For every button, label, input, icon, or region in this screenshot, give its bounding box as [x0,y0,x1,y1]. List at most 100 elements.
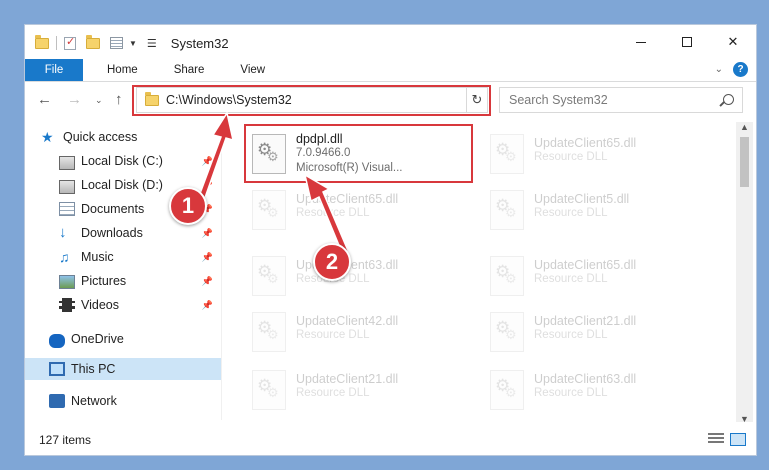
nav-item-label: Music [81,250,114,264]
file-tile[interactable]: UpdateClient65.dll Resource DLL [486,250,716,300]
folder-icon[interactable] [35,34,49,49]
toolbar-menu-icon[interactable]: ☰ [147,37,157,50]
close-icon: ✕ [727,34,739,49]
file-type: Resource DLL [534,329,608,341]
minimize-icon [636,41,646,43]
scroll-thumb[interactable] [740,137,749,187]
minimize-button[interactable] [618,25,664,59]
file-name: UpdateClient5.dll [534,192,630,206]
search-icon[interactable] [723,94,734,105]
properties-icon[interactable] [110,37,123,49]
expand-ribbon-chevron-icon[interactable]: ⌄ [715,64,723,75]
search-input[interactable] [509,93,709,107]
new-folder-icon[interactable] [86,34,100,49]
dll-file-icon [252,312,286,352]
nav-onedrive[interactable]: OneDrive [25,328,221,350]
window-controls: ✕ [618,25,756,59]
pin-icon: 📌 [201,300,213,310]
nav-item-label: This PC [71,362,116,376]
pin-icon: 📌 [201,276,213,286]
document-icon [59,202,75,216]
cloud-icon [49,333,65,348]
nav-network[interactable]: Network [25,390,221,412]
up-arrow-icon[interactable]: ↑ [115,91,123,108]
ribbon-tabs: File Home Share View ⌄ ? [25,59,756,82]
file-name: UpdateClient65.dll [534,258,637,272]
nav-downloads[interactable]: ↓ Downloads 📌 [25,222,221,244]
dll-file-icon [490,256,524,296]
nav-item-label: Downloads [81,226,143,240]
item-count: 127 items [39,433,92,447]
star-icon: ★ [41,129,54,145]
pin-icon: 📌 [201,252,213,262]
dll-file-icon [252,190,286,230]
file-name: UpdateClient65.dll [534,136,637,150]
nav-videos[interactable]: Videos 📌 [25,294,221,316]
file-tile[interactable]: UpdateClient63.dll Resource DLL [486,364,716,414]
file-tile[interactable]: UpdateClient65.dll Resource DLL [248,184,478,234]
file-tile[interactable]: UpdateClient42.dll Resource DLL [248,306,478,356]
file-tile[interactable]: UpdateClient21.dll Resource DLL [248,364,478,414]
search-box[interactable] [499,87,743,113]
nav-this-pc[interactable]: This PC [25,358,221,380]
tiles-view-icon[interactable] [730,433,746,446]
view-toggle-group [708,433,746,446]
tab-file[interactable]: File [25,59,83,81]
drive-icon [59,156,75,170]
nav-item-label: Local Disk (D:) [81,178,163,192]
file-type: Resource DLL [296,387,370,399]
file-tile[interactable]: UpdateClient65.dll Resource DLL [486,128,716,178]
file-tile[interactable]: UpdateClient21.dll Resource DLL [486,306,716,356]
file-name: UpdateClient21.dll [296,372,399,386]
file-type: Resource DLL [534,151,608,163]
nav-item-label: Videos [81,298,119,312]
back-arrow-icon[interactable]: ← [37,91,52,108]
file-tile[interactable]: UpdateClient63.dll Resource DLL [248,250,478,300]
file-type: Resource DLL [534,273,608,285]
title-bar: ▼ ☰ System32 ✕ [25,25,756,61]
maximize-icon [682,37,692,47]
close-button[interactable]: ✕ [710,25,756,59]
vertical-scrollbar[interactable]: ▲ ▼ [736,122,753,424]
picture-icon [59,274,75,289]
window-title: System32 [170,35,229,51]
nav-music[interactable]: ♫ Music 📌 [25,246,221,268]
nav-item-label: Quick access [63,130,138,144]
nav-item-label: Network [71,394,117,408]
ribbon-right-controls: ⌄ ? [715,62,748,77]
nav-item-label: OneDrive [71,332,124,346]
help-icon[interactable]: ? [733,62,748,77]
scroll-up-arrow-icon[interactable]: ▲ [740,122,749,132]
forward-arrow-icon[interactable]: → [67,91,82,108]
callout-badge-2: 2 [313,243,351,281]
dll-file-icon [252,370,286,410]
nav-item-label: Local Disk (C:) [81,154,163,168]
dll-file-icon [490,134,524,174]
video-icon [59,298,75,312]
dll-file-icon [490,370,524,410]
drive-icon [59,180,75,194]
tab-home[interactable]: Home [83,59,152,81]
file-tile[interactable]: UpdateClient5.dll Resource DLL [486,184,716,234]
maximize-button[interactable] [664,25,710,59]
dll-file-icon [490,190,524,230]
properties-check-icon[interactable] [64,35,76,50]
toolbar-divider [56,36,57,50]
tab-view[interactable]: View [218,59,279,81]
music-icon: ♫ [59,249,70,265]
file-name: UpdateClient63.dll [534,372,637,386]
tab-share[interactable]: Share [152,59,219,81]
file-type: Resource DLL [534,207,608,219]
nav-item-label: Documents [81,202,145,216]
dll-file-icon [490,312,524,352]
nav-item-label: Pictures [81,274,127,288]
nav-pictures[interactable]: Pictures 📌 [25,270,221,292]
pin-icon: 📌 [201,228,213,238]
scroll-down-arrow-icon[interactable]: ▼ [740,414,749,424]
file-name: UpdateClient21.dll [534,314,637,328]
recent-locations-chevron-icon[interactable]: ⌄ [95,95,103,106]
computer-icon [49,362,65,376]
customize-toolbar-dropdown-icon[interactable]: ▼ [129,39,137,48]
details-view-icon[interactable] [708,433,724,445]
quick-access-toolbar: ▼ ☰ [35,34,157,50]
